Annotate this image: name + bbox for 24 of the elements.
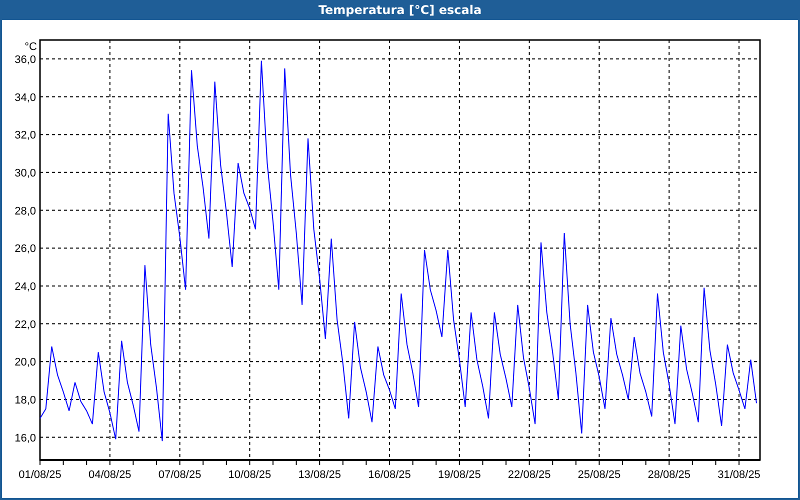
y-tick-label: 20,0 — [14, 356, 36, 369]
x-tick-label: 01/08/25 — [18, 469, 62, 481]
y-tick-label: 22,0 — [14, 318, 36, 331]
y-tick-label: 28,0 — [14, 205, 36, 218]
x-tick-label: 13/08/25 — [298, 469, 342, 481]
y-tick-label: 32,0 — [14, 130, 36, 142]
x-tick-label: 28/08/25 — [648, 469, 691, 481]
y-tick-label: 26,0 — [14, 243, 36, 256]
x-tick-label: 31/08/25 — [718, 469, 760, 481]
x-tick-label: 19/08/25 — [438, 469, 481, 481]
y-tick-label: 36,0 — [14, 54, 36, 66]
x-tick-label: 25/08/25 — [578, 469, 621, 481]
y-tick-label: 34,0 — [14, 92, 36, 104]
x-tick-label: 10/08/25 — [228, 469, 272, 481]
y-axis-unit: °C — [24, 41, 37, 53]
y-tick-label: 30,0 — [14, 167, 36, 180]
x-tick-label: 07/08/25 — [158, 469, 202, 481]
y-tick-label: 18,0 — [14, 394, 36, 406]
x-tick-label: 22/08/25 — [508, 469, 551, 481]
y-tick-label: 24,0 — [14, 280, 36, 293]
x-tick-label: 16/08/25 — [368, 469, 411, 481]
x-tick-label: 04/08/25 — [88, 469, 132, 481]
y-tick-label: 16,0 — [14, 432, 36, 444]
window-title: Temperatura [°C] escala — [318, 3, 482, 17]
